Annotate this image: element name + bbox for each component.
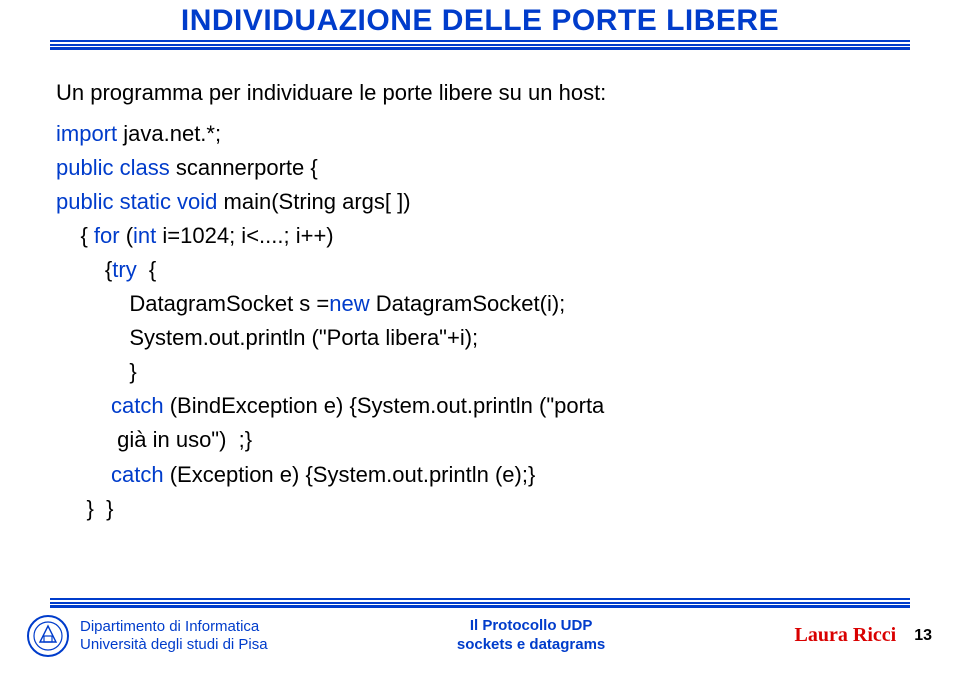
code-block: import java.net.*; public class scannerp… — [56, 117, 920, 526]
footer-subject: Il Protocollo UDP sockets e datagrams — [268, 617, 795, 655]
kw-public-class: public class — [56, 155, 176, 180]
code-text: { — [56, 223, 94, 248]
kw-new: new — [329, 291, 375, 316]
subject-line-2: sockets e datagrams — [268, 636, 795, 655]
code-text: (Exception e) {System.out.println (e);} — [170, 462, 536, 487]
code-text: } } — [56, 496, 113, 521]
code-text: System.out.println ("Porta libera"+i); — [56, 325, 478, 350]
department-text: Dipartimento di Informatica Università d… — [80, 618, 268, 654]
title-underline — [50, 40, 910, 50]
subject-line-1: Il Protocollo UDP — [268, 617, 795, 636]
kw-public-static-void: public static void — [56, 189, 224, 214]
kw-catch: catch — [56, 393, 170, 418]
code-text: main(String args[ ]) — [224, 189, 411, 214]
kw-try: try — [112, 257, 149, 282]
code-text: (BindException e) {System.out.println ("… — [170, 393, 605, 418]
code-text: DatagramSocket s = — [56, 291, 329, 316]
code-text: { — [56, 257, 112, 282]
code-text: { — [149, 257, 156, 282]
page-number: 13 — [914, 627, 932, 645]
footer: Dipartimento di Informatica Università d… — [0, 598, 960, 668]
kw-int: int — [133, 223, 162, 248]
kw-import: import — [56, 121, 123, 146]
code-text: scannerporte { — [176, 155, 318, 180]
code-text: già in uso") ;} — [56, 427, 252, 452]
content-area: Un programma per individuare le porte li… — [56, 76, 920, 526]
code-text: java.net.*; — [123, 121, 221, 146]
university-logo-icon — [26, 614, 70, 658]
kw-for: for — [94, 223, 126, 248]
footer-right: Laura Ricci 13 — [795, 624, 940, 647]
code-text: DatagramSocket(i); — [376, 291, 566, 316]
code-text: } — [56, 359, 137, 384]
author-name: Laura Ricci — [795, 624, 897, 647]
intro-text: Un programma per individuare le porte li… — [56, 76, 920, 109]
footer-row: Dipartimento di Informatica Università d… — [20, 614, 940, 658]
kw-catch: catch — [56, 462, 170, 487]
dept-line-2: Università degli studi di Pisa — [80, 636, 268, 654]
dept-line-1: Dipartimento di Informatica — [80, 618, 268, 636]
slide: INDIVIDUAZIONE DELLE PORTE LIBERE Un pro… — [0, 4, 960, 674]
code-text: ( — [126, 223, 133, 248]
slide-title: INDIVIDUAZIONE DELLE PORTE LIBERE — [0, 4, 960, 38]
footer-underline — [50, 598, 910, 608]
code-text: i=1024; i<....; i++) — [162, 223, 333, 248]
